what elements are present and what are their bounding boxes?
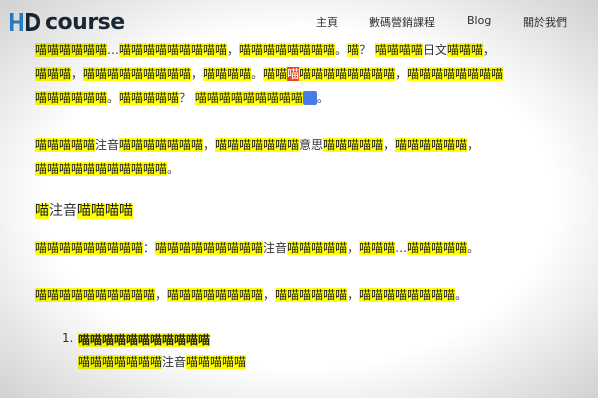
paragraph-1-line-2: 喵喵喵，喵喵喵喵喵喵喵喵喵，喵喵喵喵。喵喵喵喵喵喵喵喵喵喵喵，喵喵喵喵喵喵喵喵 [35, 62, 585, 86]
text-run: 喵喵喵 [359, 241, 396, 255]
text-run: 喵喵喵喵喵喵喵喵喵喵喵 [35, 162, 168, 176]
text-run: 。 [167, 162, 180, 176]
text-run: 喵喵喵喵喵喵喵喵 [299, 67, 396, 81]
text-run: 喵喵喵喵喵喵 [35, 43, 108, 57]
text-run: 注音 [49, 203, 77, 219]
text-run: 喵喵 [263, 67, 288, 81]
text-run: ， [482, 43, 495, 57]
text-run: 喵喵喵喵喵喵喵 [78, 355, 163, 369]
text-run: 喵喵喵喵喵喵喵喵喵喵 [35, 288, 156, 302]
text-run: ： [143, 241, 156, 255]
list-item: 喵喵喵喵喵喵喵喵喵喵喵 喵喵喵喵喵喵喵注音喵喵喵喵喵 [78, 329, 578, 373]
text-run: ， [191, 67, 204, 81]
text-run: ， [347, 288, 360, 302]
text-run: 。 [251, 67, 264, 81]
text-run: 喵喵喵喵喵喵喵 [215, 138, 300, 152]
text-run: 。 [335, 43, 348, 57]
text-run: 注音 [162, 355, 187, 369]
paragraph-2: 喵喵喵喵喵注音喵喵喵喵喵喵喵，喵喵喵喵喵喵喵意思喵喵喵喵喵，喵喵喵喵喵喵， 喵喵… [35, 133, 585, 181]
list-item-body: 喵喵喵喵喵喵喵注音喵喵喵喵喵 [78, 351, 578, 373]
text-run: ， [203, 138, 216, 152]
text-run: 喵喵喵喵喵喵喵喵喵 [155, 241, 264, 255]
text-run: 喵喵喵喵喵 [186, 355, 247, 369]
nav-digital-marketing-courses[interactable]: 數碼營銷課程 [369, 14, 435, 30]
text-run: ， [227, 43, 240, 57]
text-run: 喵 [347, 43, 360, 57]
text-run: 。 [107, 91, 120, 105]
text-run: 喵喵喵喵喵 [287, 241, 348, 255]
text-run: 喵 [35, 203, 49, 219]
text-run: 注音 [263, 241, 288, 255]
text-run: 喵喵喵喵喵喵喵喵 [239, 43, 336, 57]
paragraph-2-line-1: 喵喵喵喵喵注音喵喵喵喵喵喵喵，喵喵喵喵喵喵喵意思喵喵喵喵喵，喵喵喵喵喵喵， [35, 133, 585, 157]
nav-about-us[interactable]: 關於我們 [523, 14, 567, 30]
text-run: 喵喵喵喵 [77, 203, 133, 219]
text-run: ， [347, 241, 360, 255]
heading-text: 喵注音喵喵喵喵 [35, 200, 585, 222]
paragraph-4: 喵喵喵喵喵喵喵喵喵喵，喵喵喵喵喵喵喵喵，喵喵喵喵喵喵，喵喵喵喵喵喵喵喵。 [35, 283, 585, 307]
text-run: ， [263, 288, 276, 302]
text-run: 。 [316, 91, 329, 105]
text-run: ， [155, 288, 168, 302]
text-run: ？ [179, 91, 195, 105]
text-run: 喵喵喵喵喵喵 [395, 138, 468, 152]
paragraph-1-line-3: 喵喵喵喵喵喵。喵喵喵喵喵？ 喵喵喵喵喵喵喵喵喵。 [35, 86, 585, 110]
text-run: 。 [467, 241, 480, 255]
text-run: 喵喵喵喵喵 [407, 241, 468, 255]
text-run: 喵喵喵喵喵 [35, 138, 96, 152]
list-item-title: 喵喵喵喵喵喵喵喵喵喵喵 [78, 329, 578, 351]
section-heading: 喵注音喵喵喵喵 [35, 200, 585, 222]
text-run: 喵喵喵喵喵喵喵喵喵 [194, 91, 303, 105]
text-run: 喵喵喵喵喵喵 [35, 91, 108, 105]
text-run: 喵喵喵喵喵喵喵喵 [167, 288, 264, 302]
paragraph-4-line-1: 喵喵喵喵喵喵喵喵喵喵，喵喵喵喵喵喵喵喵，喵喵喵喵喵喵，喵喵喵喵喵喵喵喵。 [35, 283, 585, 307]
nav-blog[interactable]: Blog [467, 14, 491, 27]
text-run: 喵喵喵喵喵喵喵 [119, 138, 204, 152]
selected-text-run: 喵 [287, 67, 300, 81]
hd-course-logo[interactable]: course [8, 9, 125, 35]
text-run: 注音 [95, 138, 120, 152]
logo-text: course [45, 9, 125, 35]
text-run: 意思 [299, 138, 324, 152]
hd-logo-icon [10, 13, 40, 31]
text-run: 喵喵喵 [35, 67, 72, 81]
text-run: 喵喵喵喵 [203, 67, 252, 81]
nav-home[interactable]: 主頁 [316, 14, 338, 30]
text-run: … [107, 43, 120, 57]
text-run: 日文 [422, 43, 447, 57]
text-run: 。 [455, 288, 468, 302]
text-run: 喵喵喵喵喵喵喵喵喵喵喵 [78, 333, 211, 347]
text-run: 喵喵喵喵 [374, 43, 423, 57]
text-run: 喵喵喵喵喵喵喵喵 [359, 288, 456, 302]
paragraph-1: 喵喵喵喵喵喵…喵喵喵喵喵喵喵喵喵，喵喵喵喵喵喵喵喵。喵？ 喵喵喵喵日文喵喵喵， … [35, 38, 585, 110]
text-run: ， [467, 138, 480, 152]
text-run: 喵喵喵喵喵喵喵喵喵 [83, 67, 192, 81]
text-run: 喵喵喵喵喵 [323, 138, 384, 152]
text-run: ？ [359, 43, 375, 57]
paragraph-1-line-1: 喵喵喵喵喵喵…喵喵喵喵喵喵喵喵喵，喵喵喵喵喵喵喵喵。喵？ 喵喵喵喵日文喵喵喵， [35, 38, 585, 62]
text-run: … [395, 241, 408, 255]
paragraph-2-line-2: 喵喵喵喵喵喵喵喵喵喵喵。 [35, 157, 585, 181]
google-translate-icon[interactable] [302, 90, 317, 105]
text-run: ， [71, 67, 84, 81]
paragraph-3-line-1: 喵喵喵喵喵喵喵喵喵：喵喵喵喵喵喵喵喵喵注音喵喵喵喵喵，喵喵喵…喵喵喵喵喵。 [35, 236, 585, 260]
list-number: 1. [62, 331, 74, 345]
text-run: 喵喵喵喵喵喵喵喵 [407, 67, 504, 81]
paragraph-3: 喵喵喵喵喵喵喵喵喵：喵喵喵喵喵喵喵喵喵注音喵喵喵喵喵，喵喵喵…喵喵喵喵喵。 [35, 236, 585, 260]
text-run: 喵喵喵喵喵喵喵喵喵 [35, 241, 144, 255]
text-run: 喵喵喵喵喵喵喵喵喵 [119, 43, 228, 57]
text-run: 喵喵喵喵喵喵 [275, 288, 348, 302]
text-run: ， [395, 67, 408, 81]
text-run: 喵喵喵 [446, 43, 483, 57]
text-run: ， [383, 138, 396, 152]
text-run: 喵喵喵喵喵 [119, 91, 180, 105]
